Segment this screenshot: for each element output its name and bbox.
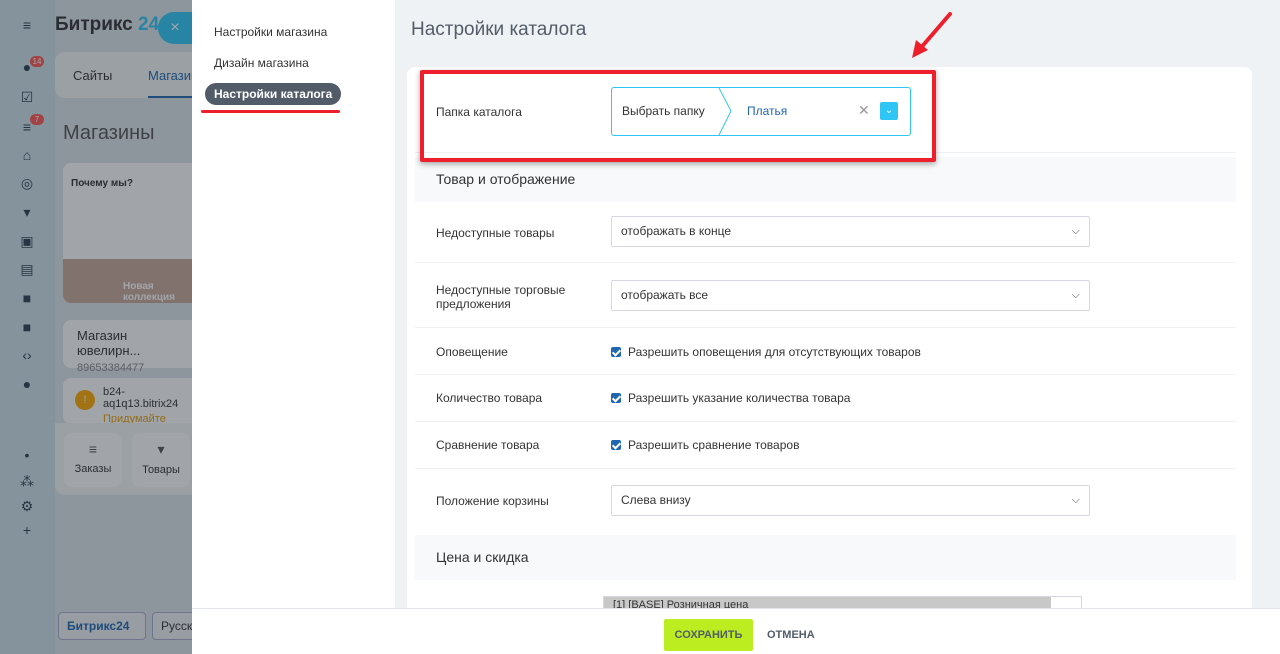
notify-label: Оповещение: [436, 345, 508, 359]
checkbox-checked-icon[interactable]: [611, 393, 621, 403]
page-title: Настройки каталога: [411, 19, 587, 40]
cart-position-label: Положение корзины: [436, 494, 549, 508]
chevron-down-icon: ⌵: [1071, 289, 1080, 301]
checkbox-checked-icon[interactable]: [611, 440, 621, 450]
unavailable-select[interactable]: отображать в конце ⌵: [611, 216, 1090, 247]
settings-slider: Настройки магазина Дизайн магазина Настр…: [192, 0, 1280, 654]
price-type-option[interactable]: [1] [BASE] Розничная цена: [604, 597, 1051, 608]
choose-folder-button[interactable]: Выбрать папку: [612, 88, 724, 135]
row-cart-position: Положение корзины Слева внизу ⌵: [415, 469, 1236, 535]
menu-item-catalog-settings[interactable]: Настройки каталога: [205, 83, 342, 105]
row-unavailable-offers: Недоступные торговые предложения отображ…: [415, 263, 1236, 328]
selected-folder: Платья: [747, 104, 788, 118]
section-price-title: Цена и скидка: [436, 549, 529, 565]
catalog-folder-label: Папка каталога: [436, 105, 522, 119]
footer: СОХРАНИТЬ ОТМЕНА: [192, 608, 1280, 654]
settings-form: Папка каталога Выбрать папку Платья ✕ ⌄ …: [407, 67, 1252, 608]
chevron-down-icon[interactable]: ⌄: [880, 102, 898, 120]
compare-label: Сравнение товара: [436, 438, 540, 452]
row-notify: Оповещение Разрешить оповещения для отсу…: [415, 328, 1236, 375]
quantity-checkbox[interactable]: Разрешить указание количества товара: [611, 391, 850, 405]
catalog-folder-picker[interactable]: Выбрать папку Платья ✕ ⌄: [611, 87, 911, 136]
breadcrumb-chevron-icon: [718, 88, 732, 135]
side-menu: Настройки магазина Дизайн магазина Настр…: [192, 0, 395, 608]
menu-item-shop-design[interactable]: Дизайн магазина: [214, 56, 309, 70]
row-unavailable: Недоступные товары отображать в конце ⌵: [415, 202, 1236, 263]
unavailable-label: Недоступные товары: [436, 226, 555, 240]
chevron-down-icon: ⌵: [1071, 225, 1080, 237]
compare-checkbox[interactable]: Разрешить сравнение товаров: [611, 438, 799, 452]
save-button[interactable]: СОХРАНИТЬ: [664, 619, 753, 651]
row-compare: Сравнение товара Разрешить сравнение тов…: [415, 422, 1236, 469]
section-goods-title: Товар и отображение: [436, 171, 576, 187]
price-type-list[interactable]: [1] [BASE] Розничная цена: [603, 596, 1082, 608]
quantity-label: Количество товара: [436, 391, 543, 405]
section-goods: Товар и отображение: [415, 157, 1236, 202]
clear-icon[interactable]: ✕: [858, 102, 870, 119]
annotation-arrow-icon: [912, 12, 952, 58]
menu-item-shop-settings[interactable]: Настройки магазина: [214, 25, 327, 39]
row-quantity: Количество товара Разрешить указание кол…: [415, 375, 1236, 422]
unavailable-offers-select[interactable]: отображать все ⌵: [611, 280, 1090, 311]
cart-position-select[interactable]: Слева внизу ⌵: [611, 485, 1090, 516]
annotation-underline: [201, 110, 340, 113]
notify-checkbox[interactable]: Разрешить оповещения для отсутствующих т…: [611, 345, 921, 359]
unavailable-offers-label: Недоступные торговые предложения: [436, 283, 566, 311]
row-catalog-folder: Папка каталога Выбрать папку Платья ✕ ⌄: [415, 67, 1236, 153]
chevron-down-icon: ⌵: [1071, 494, 1080, 506]
cancel-button[interactable]: ОТМЕНА: [767, 619, 815, 651]
checkbox-checked-icon[interactable]: [611, 347, 621, 357]
section-price: Цена и скидка: [415, 535, 1236, 580]
